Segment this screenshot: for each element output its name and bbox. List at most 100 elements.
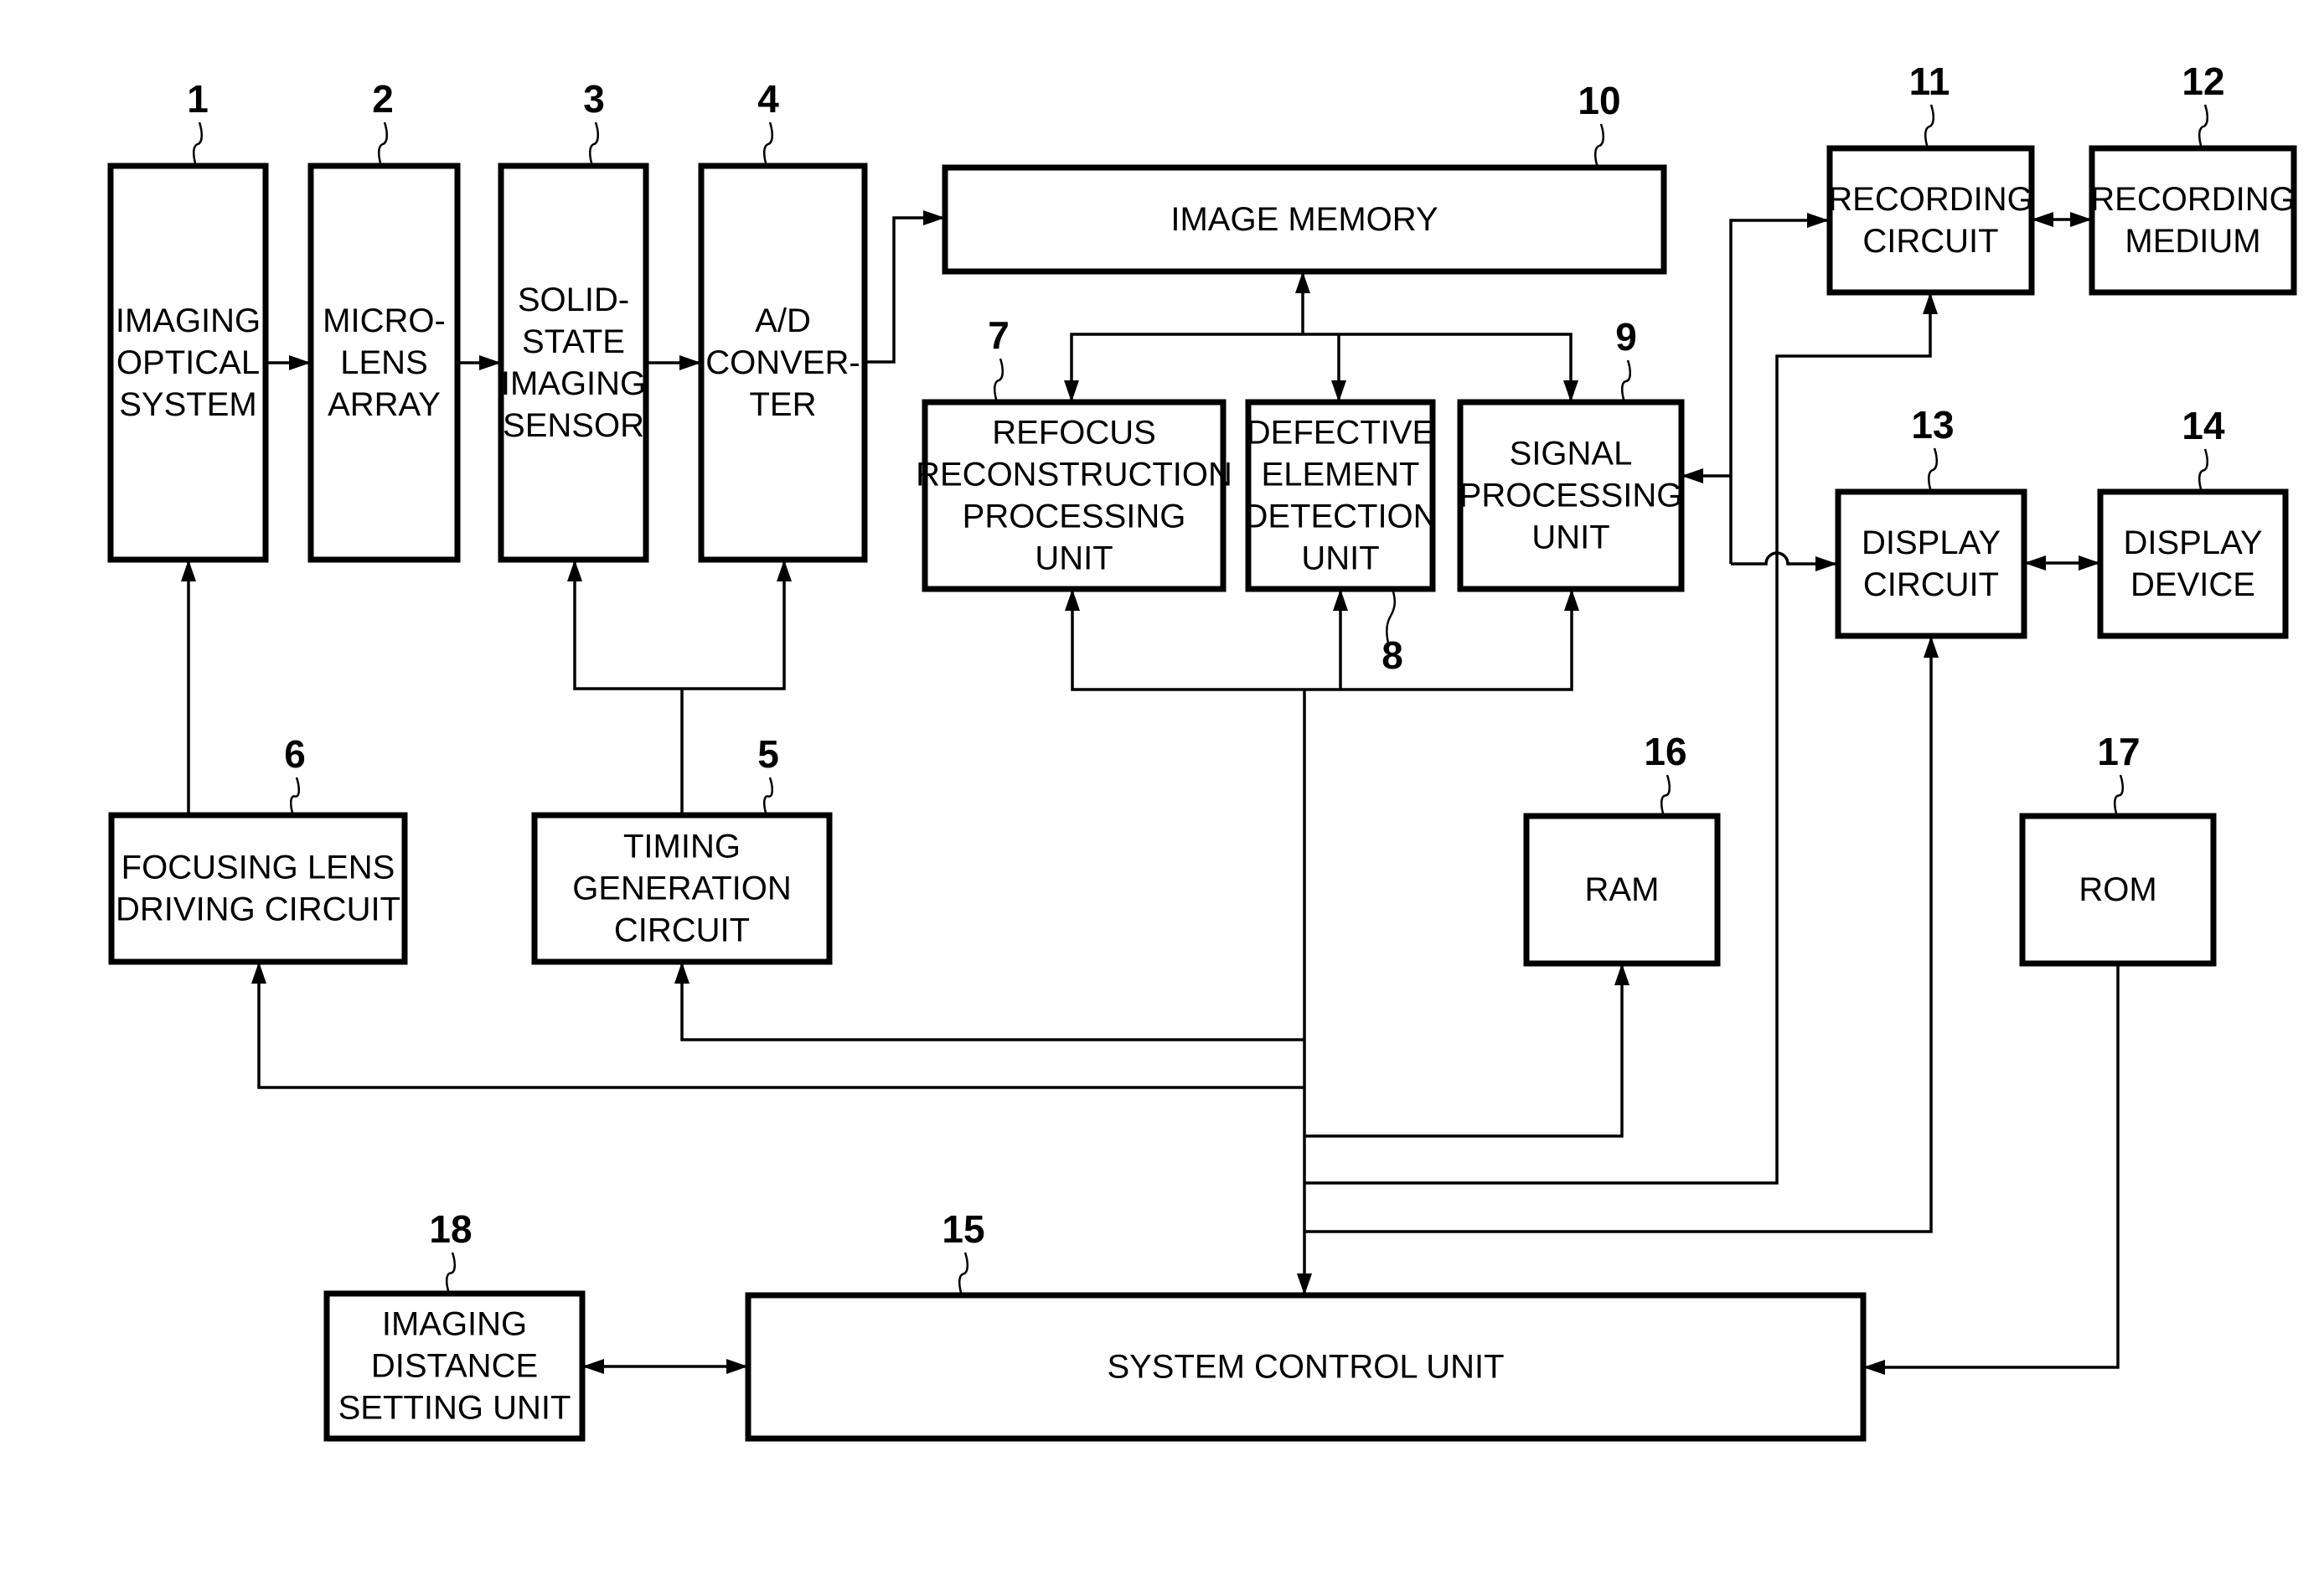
arrowhead — [1065, 589, 1080, 611]
leader-line — [1928, 447, 1938, 493]
block-label-line: LENS — [340, 344, 428, 381]
connection-wires — [181, 210, 2120, 1375]
block-label-line: TER — [750, 386, 817, 423]
arrowhead — [1295, 271, 1310, 293]
block-17: ROM 17 — [2019, 730, 2217, 967]
leader-line — [589, 121, 599, 167]
block-frame — [2089, 145, 2297, 296]
arrowhead — [1333, 589, 1348, 611]
reference-numeral: 11 — [1909, 59, 1950, 103]
block-label-line: MICRO- — [323, 302, 446, 339]
arrowhead — [2024, 555, 2046, 571]
arrowhead — [2032, 212, 2053, 227]
block-label-line: SYSTEM CONTROL UNIT — [1107, 1349, 1504, 1386]
leader-line — [290, 777, 300, 816]
arrowhead — [1807, 213, 1829, 228]
leader-line — [763, 777, 773, 816]
leader-line — [2198, 448, 2208, 493]
block-label-line: RECORDING — [1828, 181, 2032, 218]
block-label-line: PROCESSING — [1459, 478, 1683, 514]
block-label-line: REFOCUS — [992, 415, 1156, 452]
control-bus-to-6 — [257, 962, 1304, 1089]
block-label-line: STATE — [522, 323, 625, 360]
block-label-line: IMAGING — [382, 1306, 527, 1343]
leader-line — [1621, 359, 1631, 403]
block-frame — [498, 163, 649, 563]
block-label-line: DISTANCE — [371, 1348, 538, 1385]
arrowhead — [1331, 380, 1346, 402]
leader-line — [958, 1252, 968, 1296]
arrowhead — [181, 560, 196, 581]
arrowhead — [1564, 589, 1579, 611]
block-label-line: OPTICAL — [116, 344, 260, 381]
block-16: RAM 16 — [1523, 730, 1721, 967]
block-label-line: SETTING UNIT — [338, 1390, 571, 1427]
arrowhead — [1614, 963, 1629, 985]
reference-numeral: 13 — [1911, 403, 1954, 447]
arrowhead — [1297, 1273, 1312, 1295]
arrowhead — [777, 560, 792, 581]
block-label-line: SENSOR — [503, 407, 644, 444]
block-frame — [1835, 488, 2027, 639]
leader-line — [1660, 774, 1671, 817]
arrowhead — [1064, 380, 1079, 402]
block-label-line: UNIT — [1301, 540, 1379, 577]
block-label-line: RECONSTRUCTION — [916, 457, 1232, 493]
leader-line — [193, 121, 203, 167]
reference-numeral: 4 — [757, 77, 779, 121]
wire-10-distribution — [1070, 333, 1573, 402]
block-label-line: DETECTION — [1243, 498, 1437, 535]
leader-line — [763, 121, 773, 167]
wire-9-to-11 — [1729, 219, 1829, 564]
block-frame — [108, 812, 408, 965]
block-label-line: UNIT — [1035, 540, 1113, 577]
block-label-line: TIMING — [623, 829, 741, 865]
block-label-line: CIRCUIT — [614, 912, 750, 949]
block-label-line: ARRAY — [328, 386, 441, 423]
reference-numeral: 7 — [988, 313, 1010, 357]
leader-line — [378, 121, 388, 167]
arrowhead — [1815, 556, 1837, 571]
wire-5-to-3-4 — [573, 560, 786, 690]
block-label-line: RECORDING — [2090, 181, 2295, 218]
block-3: SOLID- STATE IMAGING SENSOR 3 — [498, 77, 649, 563]
block-label-line: ROM — [2079, 871, 2156, 908]
block-frame — [2097, 488, 2289, 639]
block-label-line: IMAGE MEMORY — [1170, 201, 1438, 238]
reference-numeral: 2 — [372, 77, 394, 121]
block-label-line: DEVICE — [2130, 566, 2255, 603]
camera-block-diagram: IMAGING OPTICAL SYSTEM 1 MICRO- LENS ARRAY 2 SOL… — [107, 59, 2297, 1442]
block-label-line: DEFECTIVE — [1247, 415, 1434, 452]
block-label-line: UNIT — [1531, 519, 1609, 556]
leader-line — [994, 358, 1004, 403]
block-label-line: IMAGING — [501, 365, 646, 402]
reference-numeral: 17 — [2097, 730, 2140, 773]
block-label-line: ELEMENT — [1262, 457, 1420, 493]
reference-numeral: 9 — [1615, 315, 1637, 359]
arrowhead — [1863, 1360, 1885, 1375]
leader-line — [2114, 774, 2124, 817]
arrowhead — [1563, 380, 1578, 402]
block-label-line: RAM — [1585, 871, 1660, 908]
leader-line — [446, 1252, 456, 1294]
arrowhead — [582, 1359, 604, 1374]
arrowhead — [1923, 292, 1938, 314]
block-label-line: CIRCUIT — [1863, 566, 1999, 603]
arrowhead — [289, 355, 311, 370]
reference-numeral: 6 — [284, 732, 306, 776]
block-13: DISPLAY CIRCUIT 13 — [1835, 403, 2027, 639]
block-label-line: CONVER- — [705, 344, 860, 381]
block-label-line: DISPLAY — [2124, 524, 2263, 561]
arrowhead — [567, 560, 582, 581]
block-label-line: SOLID- — [518, 282, 629, 318]
block-label-line: GENERATION — [572, 870, 792, 907]
block-label-line: DISPLAY — [1862, 524, 2001, 561]
arrowhead — [1924, 636, 1939, 658]
arrowhead — [479, 355, 501, 370]
arrowhead — [674, 962, 689, 984]
reference-numeral: 18 — [429, 1207, 472, 1251]
arrowhead — [251, 962, 266, 984]
arrowhead — [2079, 555, 2100, 571]
reference-numeral: 14 — [2182, 404, 2225, 447]
reference-numeral: 3 — [583, 77, 605, 121]
